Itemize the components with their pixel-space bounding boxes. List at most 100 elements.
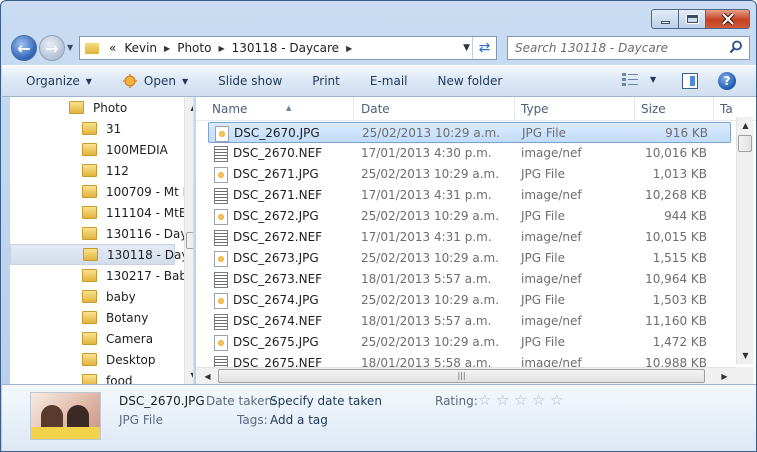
tree-item-folder[interactable]: 31 [10, 118, 175, 139]
file-row[interactable]: DSC_2670.JPG 25/02/2013 10:29 a.m. JPG Fil… [208, 122, 731, 143]
file-name: DSC_2671.NEF [233, 188, 323, 202]
chevron-down-icon[interactable]: ▼ [650, 75, 656, 84]
tree-item-folder[interactable]: 130116 - Dayca [10, 223, 193, 244]
tree-item-folder[interactable]: Photo [11, 97, 176, 118]
breadcrumb-current-folder[interactable]: 130118 - Daycare [228, 41, 343, 55]
help-icon[interactable]: ? [718, 72, 736, 90]
tree-item-folder[interactable]: 111104 - MtEd [10, 202, 193, 223]
address-bar[interactable]: « Kevin ▶ Photo ▶ 130118 - Daycare ▶ ▼ ⇄ [79, 36, 497, 60]
star-icon[interactable]: ☆ [514, 392, 530, 408]
star-icon[interactable]: ☆ [496, 392, 512, 408]
back-button[interactable]: ← [11, 35, 37, 61]
change-view-button[interactable]: ▼ [622, 72, 656, 86]
column-header-type[interactable]: Type [515, 97, 635, 121]
search-icon[interactable] [729, 40, 743, 54]
tree-item-folder[interactable]: 100MEDIA [10, 139, 175, 160]
breadcrumb-kevin[interactable]: Kevin [120, 41, 161, 55]
list-scroll-thumb[interactable] [738, 135, 752, 152]
file-row[interactable]: DSC_2675.JPG 25/02/2013 10:29 a.m. JPG Fil… [208, 332, 731, 353]
scroll-left-icon[interactable]: ◀ [199, 368, 216, 384]
tree-item-folder[interactable]: Camera [10, 328, 175, 349]
close-button[interactable] [706, 9, 750, 29]
file-date-cell: 25/02/2013 10:29 a.m. [361, 167, 500, 181]
list-horizontal-scrollbar[interactable]: ◀ ||| ▶ [196, 367, 736, 384]
file-row[interactable]: DSC_2672.JPG 25/02/2013 10:29 a.m. JPG Fil… [208, 206, 731, 227]
minimize-button[interactable] [651, 9, 679, 29]
jpg-file-icon [214, 208, 228, 225]
file-list: Name ▲ Date Type Size Ta DSC_2670.JPG 25/… [196, 97, 756, 384]
file-row[interactable]: DSC_2673.NEF 18/01/2013 5:57 a.m. image/ne… [208, 269, 731, 290]
tree-scroll-thumb[interactable] [186, 232, 193, 249]
tree-item-folder[interactable]: baby [10, 286, 175, 307]
tags-field[interactable]: Add a tag [270, 413, 328, 427]
folder-icon [82, 353, 97, 366]
tree-item-folder[interactable]: Desktop [10, 349, 175, 370]
file-size-cell: 1,503 KB [652, 293, 707, 307]
jpg-file-icon [215, 125, 229, 142]
tree-item-folder[interactable]: 112 [10, 160, 175, 181]
new-folder-button[interactable]: New folder [420, 74, 515, 88]
nef-file-icon [214, 187, 228, 204]
star-icon[interactable]: ☆ [550, 392, 566, 408]
address-history-dropdown[interactable]: ▼ [463, 43, 470, 53]
refresh-button[interactable]: ⇄ [472, 37, 496, 59]
breadcrumb-separator-icon[interactable]: ▶ [161, 44, 173, 53]
breadcrumb-photo[interactable]: Photo [173, 41, 215, 55]
file-type-cell: JPG File [521, 293, 565, 307]
search-input[interactable]: Search 130118 - Daycare [507, 36, 750, 60]
scroll-up-icon[interactable]: ▲ [737, 117, 754, 134]
file-date-cell: 17/01/2013 4:31 p.m. [361, 188, 492, 202]
tree-item-folder[interactable]: 100709 - Mt Ed [10, 181, 193, 202]
scroll-down-icon[interactable]: ▼ [737, 347, 754, 364]
column-header-name[interactable]: Name ▲ [206, 97, 354, 121]
organize-button[interactable]: Organize ▼ [2, 74, 104, 88]
file-row[interactable]: DSC_2671.NEF 17/01/2013 4:31 p.m. image/ne… [208, 185, 731, 206]
star-icon[interactable]: ☆ [532, 392, 548, 408]
file-date-cell: 25/02/2013 10:29 a.m. [362, 126, 501, 140]
preview-pane-button[interactable] [682, 73, 698, 89]
folder-icon [82, 143, 97, 156]
search-placeholder: Search 130118 - Daycare [515, 41, 669, 55]
column-header-date[interactable]: Date [355, 97, 515, 121]
file-row[interactable]: DSC_2674.JPG 25/02/2013 10:29 a.m. JPG Fil… [208, 290, 731, 311]
breadcrumb-separator-icon[interactable]: ▶ [215, 44, 227, 53]
file-row[interactable]: DSC_2673.JPG 25/02/2013 10:29 a.m. JPG Fil… [208, 248, 731, 269]
star-icon[interactable]: ☆ [478, 392, 494, 408]
file-row[interactable]: DSC_2671.JPG 25/02/2013 10:29 a.m. JPG Fil… [208, 164, 731, 185]
tree-item-folder[interactable]: Botany [10, 307, 175, 328]
slideshow-button[interactable]: Slide show [200, 74, 294, 88]
column-header-size[interactable]: Size [635, 97, 714, 121]
nef-file-icon [214, 271, 228, 288]
tree-item-folder[interactable]: 130118 - Dayca [10, 244, 193, 265]
tree-scrollbar[interactable]: ▲ ▼ [184, 97, 193, 384]
scroll-down-icon[interactable]: ▼ [185, 367, 193, 384]
breadcrumb-overflow[interactable]: « [105, 41, 120, 55]
scroll-right-icon[interactable]: ▶ [716, 368, 733, 384]
list-hscroll-thumb[interactable]: ||| [218, 369, 705, 383]
file-size-cell: 10,964 KB [645, 272, 707, 286]
folder-icon [85, 42, 99, 54]
email-button[interactable]: E-mail [352, 74, 420, 88]
date-taken-field[interactable]: Specify date taken [270, 394, 382, 408]
recent-pages-dropdown[interactable]: ▼ [67, 43, 73, 52]
file-size-cell: 10,016 KB [645, 146, 707, 160]
print-button[interactable]: Print [294, 74, 352, 88]
file-size-cell: 944 KB [664, 209, 707, 223]
folder-icon [82, 332, 97, 345]
scroll-up-icon[interactable]: ▲ [185, 99, 193, 116]
file-row[interactable]: DSC_2674.NEF 18/01/2013 5:57 a.m. image/ne… [208, 311, 731, 332]
jpg-file-icon [214, 250, 228, 267]
forward-button[interactable]: → [39, 35, 65, 61]
list-vertical-scrollbar[interactable]: ▲ ▼ [736, 117, 753, 364]
tree-item-folder[interactable]: food [10, 370, 175, 384]
open-button[interactable]: Open ▼ [104, 74, 200, 88]
file-row[interactable]: DSC_2672.NEF 17/01/2013 4:31 p.m. image/ne… [208, 227, 731, 248]
nef-file-icon [214, 313, 228, 330]
file-name-cell: DSC_2670.JPG [215, 123, 320, 144]
tree-item-folder[interactable]: 130217 - Babie [10, 265, 193, 286]
file-row[interactable]: DSC_2670.NEF 17/01/2013 4:30 p.m. image/ne… [208, 143, 731, 164]
photo-thumbnail [30, 392, 101, 440]
maximize-button[interactable] [679, 9, 706, 29]
tree-item-label: Botany [106, 310, 149, 325]
breadcrumb-separator-icon[interactable]: ▶ [343, 44, 355, 53]
